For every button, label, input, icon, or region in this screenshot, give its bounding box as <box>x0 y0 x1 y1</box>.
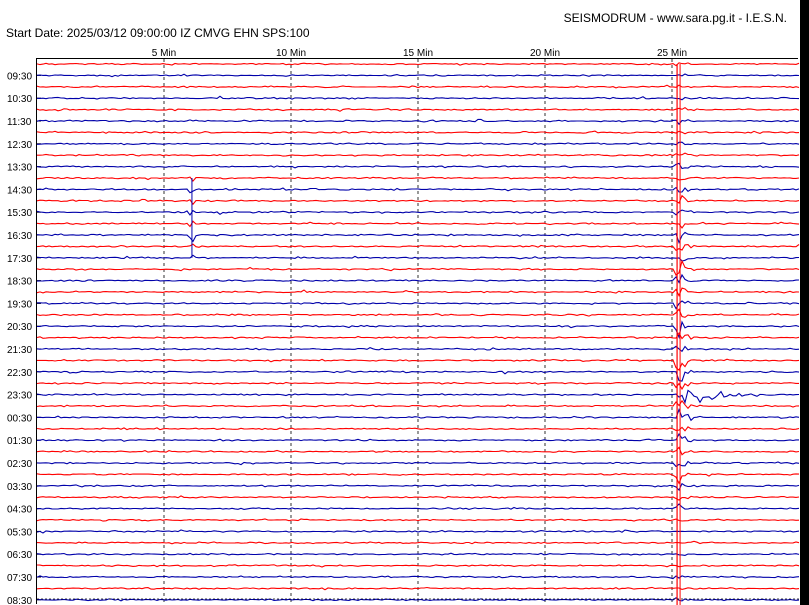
y-tick-label: 16:30 <box>7 231 32 242</box>
x-tick-label: 20 Min <box>530 48 560 59</box>
trace-line <box>36 446 800 456</box>
start-date-info: Start Date: 2025/03/12 09:00:00 IZ CMVG … <box>6 26 310 40</box>
y-tick-label: 07:30 <box>7 573 32 584</box>
y-tick-label: 21:30 <box>7 345 32 356</box>
y-tick-label: 11:30 <box>7 117 32 128</box>
x-tick-label: 10 Min <box>276 48 306 59</box>
y-tick-label: 15:30 <box>7 208 32 219</box>
y-tick-label: 06:30 <box>7 550 32 561</box>
y-tick-label: 12:30 <box>7 140 32 151</box>
y-tick-label: 02:30 <box>7 459 32 470</box>
chart-title: SEISMODRUM - www.sara.pg.it - I.E.S.N. <box>563 11 787 25</box>
trace-line <box>36 518 800 522</box>
y-tick-label: 05:30 <box>7 527 32 538</box>
y-tick-label: 20:30 <box>7 322 32 333</box>
trace-line <box>36 254 800 262</box>
y-tick-label: 18:30 <box>7 277 32 288</box>
y-tick-label: 01:30 <box>7 436 32 447</box>
y-tick-label: 19:30 <box>7 299 32 310</box>
trace-line <box>36 73 800 78</box>
trace-line <box>36 529 800 534</box>
x-tick-label: 25 Min <box>657 48 687 59</box>
x-tick-label: 5 Min <box>152 48 176 59</box>
y-tick-label: 09:30 <box>7 71 32 82</box>
trace-line <box>36 220 800 229</box>
x-tick-label: 15 Min <box>403 48 433 59</box>
trace-line <box>37 152 800 157</box>
y-tick-label: 10:30 <box>7 94 32 105</box>
y-tick-label: 22:30 <box>7 368 32 379</box>
trace-line <box>37 358 800 371</box>
seismogram-svg: 5 Min 10 Min 15 Min 20 Min 25 Min 09:30 10:30 1… <box>7 48 800 605</box>
y-tick-label: 14:30 <box>7 185 32 196</box>
y-tick-label: 00:30 <box>7 413 32 424</box>
y-tick-label: 13:30 <box>7 163 32 174</box>
y-tick-label: 17:30 <box>7 254 32 265</box>
y-tick-label: 03:30 <box>7 482 32 493</box>
y-tick-label: 04:30 <box>7 505 32 516</box>
y-tick-label: 08:30 <box>7 596 32 605</box>
seismogram-plot: 5 Min 10 Min 15 Min 20 Min 25 Min 09:30 10:30 1… <box>7 48 800 605</box>
y-tick-label: 23:30 <box>7 391 32 402</box>
seismogram-frame: SEISMODRUM - www.sara.pg.it - I.E.S.N. S… <box>0 0 800 605</box>
